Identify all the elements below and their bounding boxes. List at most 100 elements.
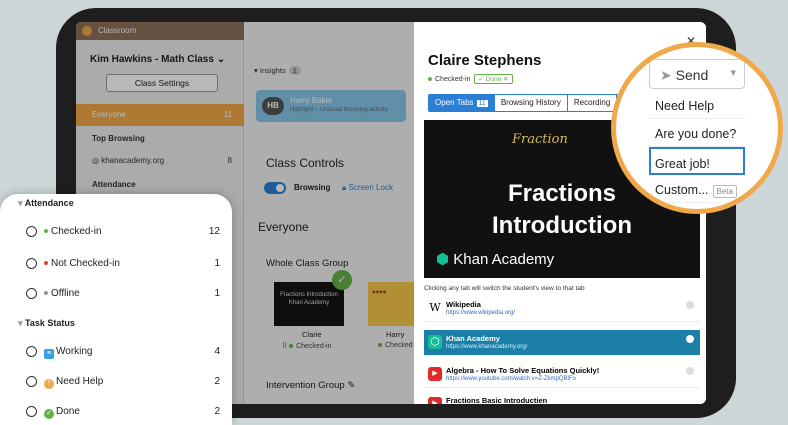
main-content: ▾ Insights 1 HB Harry Baker Highlight – U… (244, 22, 414, 404)
intervention-group-title: Intervention Group ✎ (266, 380, 355, 391)
student-name-title: Claire Stephens (428, 52, 542, 69)
tab-label: Open Tabs (435, 98, 474, 107)
video-brand: ⬢ Khan Academy (436, 250, 554, 268)
youtube-icon: ▶ (428, 397, 442, 404)
video-brand-label: Khan Academy (453, 251, 555, 268)
working-icon: ≡ (44, 349, 54, 359)
filter-label: ✓ Done (44, 406, 80, 419)
chevron-down-icon: ▾ (18, 318, 26, 328)
sidebar-item-everyone[interactable]: Everyone 11 (76, 104, 244, 126)
filter-label: ≡ Working (44, 346, 93, 359)
whole-class-group-title: Whole Class Group (266, 258, 349, 269)
tab-url: https://www.wikipedia.org/ (446, 310, 516, 316)
video-script-text: Fraction (512, 132, 568, 147)
filter-count: 1 (214, 258, 220, 269)
student-status-2: Checked (378, 342, 413, 349)
menu-item-need-help[interactable]: Need Help (649, 91, 745, 119)
list-item[interactable]: ▶ Algebra - How To Solve Equations Quickl… (424, 362, 700, 388)
chevron-down-icon: ▾ (730, 67, 736, 79)
everyone-count: 11 (223, 110, 232, 119)
filter-label: Not Checked-in (44, 258, 120, 269)
filter-count: 2 (214, 406, 220, 417)
avatar: HB (262, 97, 284, 115)
filter-label: Offline (44, 288, 80, 299)
student-thumbnail-2[interactable]: ♥♥♥♥ (368, 282, 414, 326)
insights-toggle[interactable]: ▾ Insights 1 (254, 66, 301, 75)
close-tab-icon[interactable] (686, 335, 694, 343)
drag-handle-icon[interactable]: ⠿ (282, 343, 289, 350)
browsing-toggle[interactable] (264, 182, 286, 194)
radio-button[interactable] (26, 288, 37, 299)
check-icon: ✓ (44, 409, 54, 419)
tab-open-tabs[interactable]: Open Tabs 11 (429, 95, 495, 111)
done-chip[interactable]: ✓ Done ✕ (474, 74, 513, 84)
edit-icon[interactable]: ✎ (347, 380, 355, 391)
insight-description: Highlight – Unusual browsing activity (290, 107, 388, 113)
class-controls-title: Class Controls (266, 156, 345, 170)
radio-button[interactable] (26, 226, 37, 237)
menu-item-are-you-done[interactable]: Are you done? (649, 119, 745, 147)
class-selector[interactable]: Kim Hawkins - Math Class ⌄ (90, 54, 225, 65)
sidebar-item-label: Everyone (92, 110, 126, 119)
app-name: Classroom (98, 26, 137, 35)
tab-url: https://www.youtube.com/watch v=Z-ZkmpQB… (446, 376, 576, 382)
task-status-heading[interactable]: ▾ Task Status (18, 318, 75, 329)
youtube-icon: ▶ (428, 367, 442, 381)
insight-student-name: Harry Baker (290, 96, 333, 105)
status-dot (428, 77, 432, 82)
sidebar-item-top-site[interactable]: ◎ khanacademy.org 8 (76, 150, 244, 172)
tab-recording[interactable]: Recording (568, 95, 618, 111)
send-label: Send (675, 67, 709, 83)
student-thumbnail[interactable]: Fractions Introduction Khan Academy (274, 282, 344, 326)
browsing-label: Browsing (294, 183, 331, 192)
globe-icon: ◎ (92, 156, 102, 165)
custom-label: Custom... (655, 183, 709, 197)
send-icon: ➤ (660, 67, 676, 83)
chevron-down-icon: ⌄ (216, 54, 226, 65)
filter-count: 4 (214, 346, 220, 357)
insights-count-badge: 1 (288, 66, 301, 75)
radio-button[interactable] (26, 406, 37, 417)
insight-card[interactable]: HB Harry Baker Highlight – Unusual brows… (256, 90, 406, 122)
tab-title: Fractions Basic Introductien (446, 396, 548, 404)
student-status-label: Checked-in (296, 343, 332, 350)
list-item[interactable]: W Wikipedia https://www.wikipedia.org/ (424, 296, 700, 322)
close-tab-icon[interactable] (686, 301, 694, 309)
list-item[interactable]: ▶ Fractions Basic Introductien (424, 392, 700, 404)
filter-label-text: Not Checked-in (51, 258, 120, 269)
close-tab-icon[interactable] (686, 367, 694, 375)
radio-button[interactable] (26, 346, 37, 357)
class-name: Kim Hawkins - Math Class (90, 54, 214, 65)
radio-button[interactable] (26, 258, 37, 269)
menu-item-custom[interactable]: Custom... Beta (649, 175, 745, 203)
intervention-label: Intervention Group (266, 380, 345, 391)
chevron-down-icon: ▾ (18, 198, 25, 208)
tab-title: Algebra - How To Solve Equations Quickly… (446, 366, 600, 375)
top-browsing-heading: Top Browsing (92, 134, 145, 143)
wikipedia-icon: W (429, 301, 441, 314)
khan-academy-icon: ⬢ (436, 251, 454, 268)
checkin-label: Checked-in (435, 76, 471, 83)
filter-count: 1 (214, 288, 220, 299)
tab-browsing-history[interactable]: Browsing History (495, 95, 568, 111)
tab-title: Wikipedia (446, 300, 481, 309)
hand-icon: ! (44, 379, 54, 389)
menu-item-great-job[interactable]: Great job! (649, 147, 745, 175)
class-settings-button[interactable]: Class Settings (106, 74, 218, 92)
attendance-heading-small: Attendance (92, 180, 136, 189)
list-item[interactable]: ⬡ Khan Academy https://www.khanacademy.org… (424, 330, 700, 356)
radio-button[interactable] (26, 376, 37, 387)
filter-label-text: Working (56, 346, 93, 357)
attendance-heading[interactable]: ▾ Attendance (18, 198, 74, 209)
send-button[interactable]: ➤ Send ▾ (649, 59, 745, 89)
beta-badge: Beta (712, 185, 737, 198)
done-label: Done (485, 76, 502, 83)
khan-academy-icon: ⬡ (428, 335, 442, 349)
tab-title: Khan Academy (446, 334, 500, 343)
filter-label-text: Offline (51, 288, 80, 299)
filter-count: 12 (208, 226, 220, 237)
checkin-status: Checked-in ✓ Done ✕ (428, 74, 513, 84)
video-title-line2: Introduction (492, 212, 632, 239)
screen-lock-button[interactable]: 🔒︎ Screen Lock (342, 183, 393, 193)
status-dot (378, 343, 382, 348)
